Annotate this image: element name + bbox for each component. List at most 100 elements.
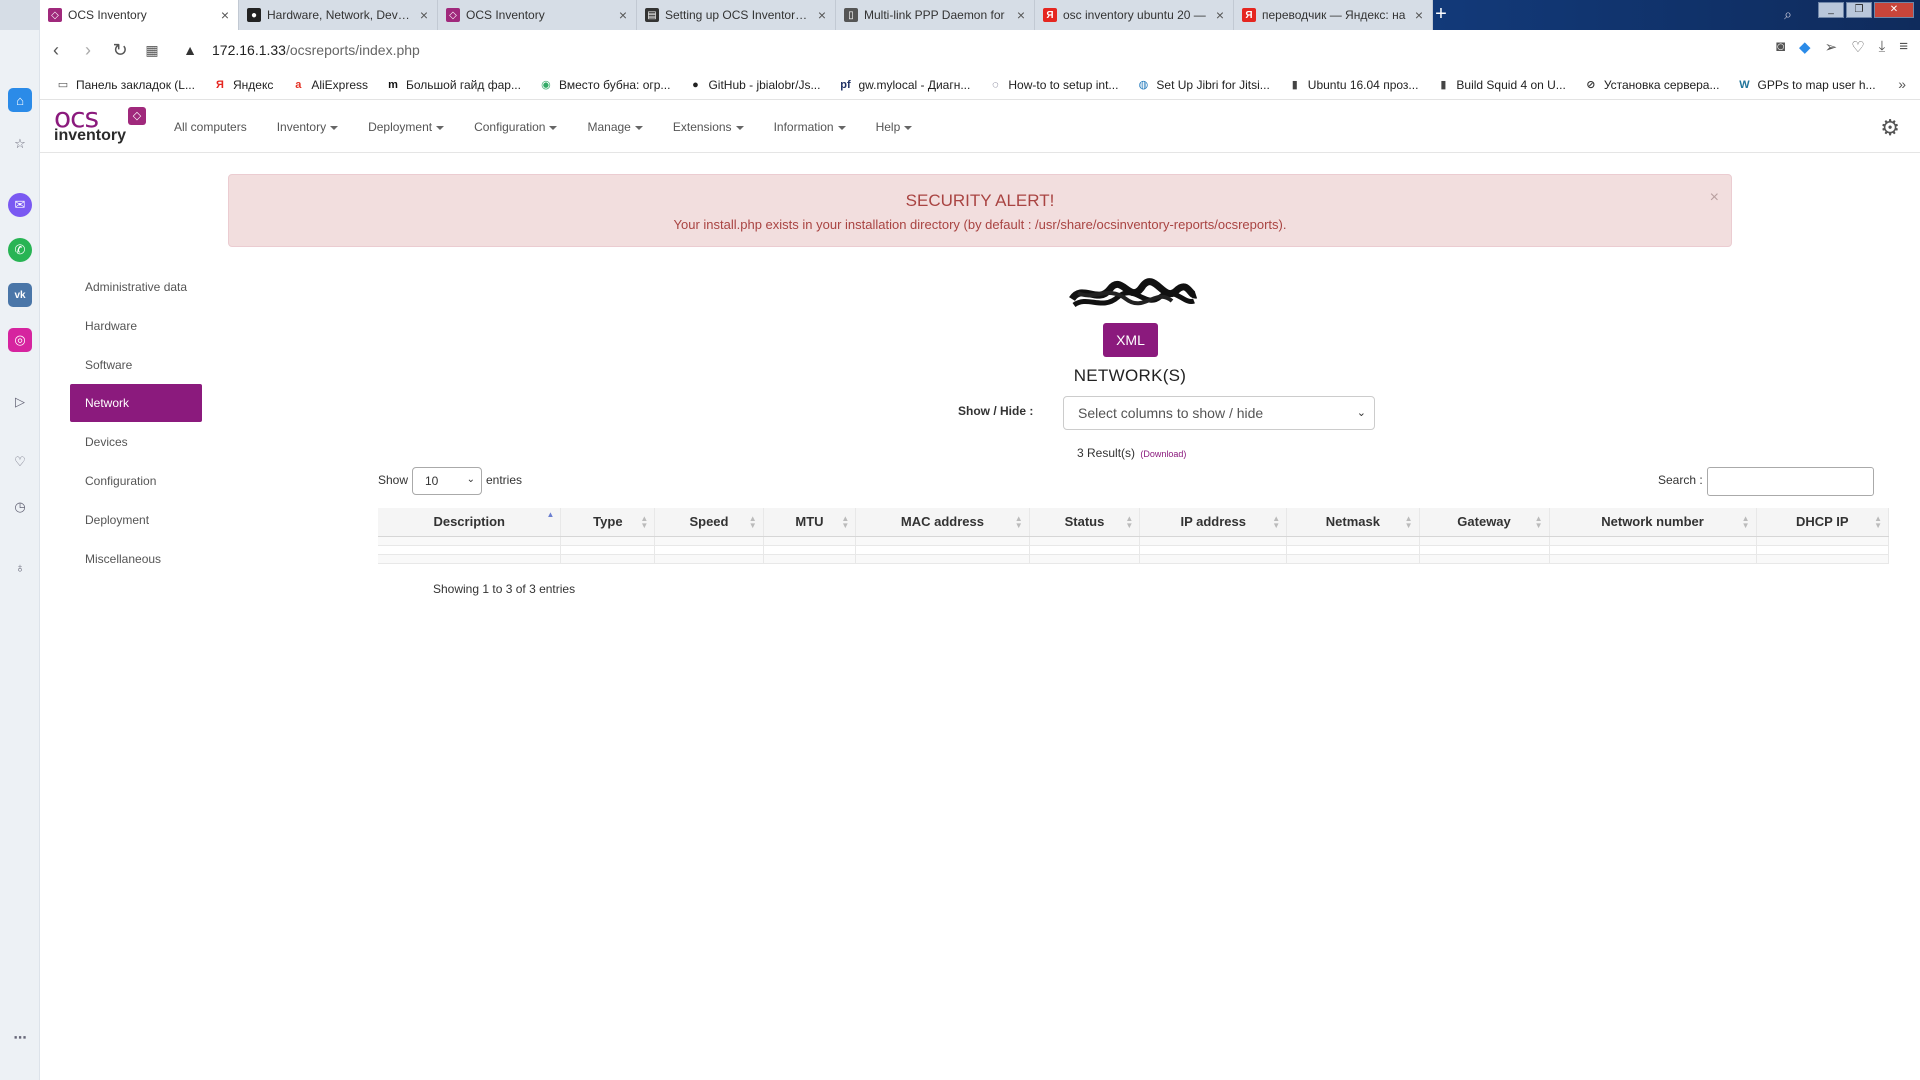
ocs-logo[interactable]: ocs inventory ◇ bbox=[54, 101, 146, 147]
whatsapp-icon[interactable]: ✆ bbox=[8, 238, 32, 262]
table-row[interactable] bbox=[378, 545, 1890, 555]
browser-tab[interactable]: ● Hardware, Network, Device × bbox=[239, 0, 438, 30]
column-header[interactable]: Status ▲ ▼ bbox=[1029, 508, 1141, 537]
bookmarks-bar: ▭ Панель закладок (L... Я Яндекс a AliExpress… bbox=[40, 70, 1920, 100]
column-header[interactable]: IP address ▲ ▼ bbox=[1139, 508, 1288, 537]
bookmark-item[interactable]: ◉ Вместо бубна: огр... bbox=[539, 78, 670, 92]
sidebar-item-devices[interactable]: Devices bbox=[70, 422, 210, 461]
column-header[interactable]: DHCP IP ▲ ▼ bbox=[1756, 508, 1890, 537]
instagram-icon[interactable]: ◎ bbox=[8, 328, 32, 352]
bookmark-item[interactable]: ▭ Панель закладок (L... bbox=[56, 78, 195, 92]
sidebar-item-network[interactable]: Network bbox=[70, 384, 202, 422]
menu-inventory[interactable]: Inventory bbox=[277, 120, 339, 134]
sidebar-item-administrative-data[interactable]: Administrative data bbox=[70, 267, 210, 306]
sidebar-item-hardware[interactable]: Hardware bbox=[70, 306, 210, 345]
camera-icon[interactable]: ◙ bbox=[1776, 38, 1785, 56]
bookmarks-overflow-icon[interactable]: » bbox=[1898, 76, 1906, 92]
bookmark-item[interactable]: pf gw.mylocal - Диагн... bbox=[838, 78, 970, 92]
back-icon[interactable]: ‹ bbox=[40, 34, 72, 66]
bookmark-item[interactable]: ▮ Ubuntu 16.04 проз... bbox=[1288, 78, 1419, 92]
bookmark-item[interactable]: ⊘ Установка сервера... bbox=[1584, 78, 1719, 92]
maximize-button[interactable]: ❐ bbox=[1846, 2, 1872, 18]
menu-all-computers[interactable]: All computers bbox=[174, 120, 247, 134]
table-row[interactable] bbox=[378, 536, 1890, 546]
bookmark-item[interactable]: a AliExpress bbox=[291, 78, 368, 92]
column-header[interactable]: MAC address ▲ ▼ bbox=[855, 508, 1030, 537]
heart-icon[interactable]: ♡ bbox=[8, 450, 32, 474]
sidebar-item-software[interactable]: Software bbox=[70, 345, 210, 384]
close-icon[interactable]: × bbox=[1412, 7, 1426, 23]
menu-configuration[interactable]: Configuration bbox=[474, 120, 558, 134]
close-icon[interactable]: × bbox=[417, 7, 431, 23]
more-icon[interactable]: ⋯ bbox=[8, 1026, 32, 1050]
table-row[interactable] bbox=[378, 554, 1890, 564]
speed-dial-icon[interactable]: ⌂ bbox=[8, 88, 32, 112]
not-secure-warning-icon[interactable]: ▲ bbox=[182, 42, 198, 58]
close-window-button[interactable]: ✕ bbox=[1874, 2, 1914, 18]
history-icon[interactable]: ◷ bbox=[8, 495, 32, 519]
close-icon[interactable]: × bbox=[1213, 7, 1227, 23]
search-tabs-icon[interactable]: ⌕ bbox=[1784, 6, 1792, 23]
url-field[interactable]: 172.16.1.33/ocsreports/index.php bbox=[212, 42, 420, 58]
close-icon[interactable]: × bbox=[1710, 189, 1719, 207]
gear-icon[interactable]: ⚙ bbox=[1880, 115, 1900, 141]
minimize-button[interactable]: _ bbox=[1818, 2, 1844, 18]
xml-export-button[interactable]: XML bbox=[1103, 323, 1158, 357]
bookmark-item[interactable]: ◌ How-to to setup int... bbox=[988, 78, 1118, 92]
browser-tab[interactable]: ◇ OCS Inventory × bbox=[438, 0, 637, 30]
forward-icon[interactable]: › bbox=[72, 34, 104, 66]
tabs-grid-icon[interactable]: ▦ bbox=[136, 34, 168, 66]
column-header[interactable]: MTU ▲ ▼ bbox=[763, 508, 857, 537]
table-cell bbox=[1419, 554, 1550, 564]
browser-tab[interactable]: Яosc inventory ubuntu 20 — × bbox=[1035, 0, 1234, 30]
page-icon: ▮ bbox=[1440, 79, 1447, 91]
new-tab-button[interactable]: + bbox=[1428, 0, 1454, 30]
close-icon[interactable]: × bbox=[218, 7, 232, 23]
column-header[interactable]: Speed ▲ ▼ bbox=[654, 508, 764, 537]
close-icon[interactable]: × bbox=[815, 7, 829, 23]
bookmark-item[interactable]: ▮ Build Squid 4 on U... bbox=[1436, 78, 1565, 92]
close-icon[interactable]: × bbox=[1014, 7, 1028, 23]
send-icon[interactable]: ➢ bbox=[1825, 38, 1838, 56]
heart-icon[interactable]: ♡ bbox=[1851, 38, 1864, 56]
sidebar-item-configuration[interactable]: Configuration bbox=[70, 461, 210, 500]
column-header[interactable]: Gateway ▲ ▼ bbox=[1419, 508, 1550, 537]
sidebar-item-deployment[interactable]: Deployment bbox=[70, 500, 210, 539]
menu-manage[interactable]: Manage bbox=[587, 120, 643, 134]
menu-help[interactable]: Help bbox=[876, 120, 913, 134]
menu-extensions[interactable]: Extensions bbox=[673, 120, 744, 134]
bookmark-label: Set Up Jibri for Jitsi... bbox=[1156, 77, 1270, 92]
bookmark-item[interactable]: m Большой гайд фар... bbox=[386, 78, 521, 92]
show-hide-columns-select[interactable]: Select columns to show / hide ⌄ bbox=[1063, 396, 1375, 430]
tips-icon[interactable]: ♁ bbox=[8, 555, 32, 579]
browser-tab[interactable]: Япереводчик — Яндекс: на × bbox=[1234, 0, 1433, 30]
menu-information[interactable]: Information bbox=[774, 120, 846, 134]
bookmark-item[interactable]: ● GitHub - jbialobr/Js... bbox=[688, 78, 820, 92]
tab-title: Hardware, Network, Device bbox=[267, 8, 411, 22]
menu-icon[interactable]: ≡ bbox=[1899, 38, 1908, 56]
browser-tab[interactable]: ▯ Multi-link PPP Daemon for × bbox=[836, 0, 1035, 30]
close-icon[interactable]: × bbox=[616, 7, 630, 23]
column-header[interactable]: Description ▲ bbox=[378, 508, 562, 537]
browser-tab[interactable]: ▤ Setting up OCS Inventory S × bbox=[637, 0, 836, 30]
download-icon[interactable]: ⤓ bbox=[1879, 38, 1886, 56]
send-icon[interactable]: ▷ bbox=[8, 390, 32, 414]
entries-per-page-select[interactable]: 10 ⌄ bbox=[412, 467, 482, 495]
bookmark-item[interactable]: Я Яндекс bbox=[213, 78, 273, 92]
vk-icon[interactable]: vk bbox=[8, 283, 32, 307]
bookmarks-icon[interactable]: ☆ bbox=[8, 132, 32, 156]
column-header[interactable]: Netmask ▲ ▼ bbox=[1286, 508, 1420, 537]
column-header[interactable]: Type ▲ ▼ bbox=[560, 508, 656, 537]
column-header[interactable]: Network number ▲ ▼ bbox=[1549, 508, 1757, 537]
reload-icon[interactable]: ↻ bbox=[104, 34, 136, 66]
search-input[interactable] bbox=[1707, 467, 1874, 496]
table-cell bbox=[378, 545, 562, 555]
bookmark-item[interactable]: ◍ Set Up Jibri for Jitsi... bbox=[1136, 77, 1270, 92]
messenger-icon[interactable]: ✉ bbox=[8, 193, 32, 217]
menu-deployment[interactable]: Deployment bbox=[368, 120, 445, 134]
browser-tab[interactable]: ◇ OCS Inventory × bbox=[40, 0, 239, 30]
bookmark-item[interactable]: W GPPs to map user h... bbox=[1737, 78, 1875, 92]
sidebar-item-miscellaneous[interactable]: Miscellaneous bbox=[70, 539, 210, 578]
shield-icon[interactable]: ◆ bbox=[1799, 38, 1811, 56]
download-link[interactable]: (Download) bbox=[1140, 449, 1186, 459]
